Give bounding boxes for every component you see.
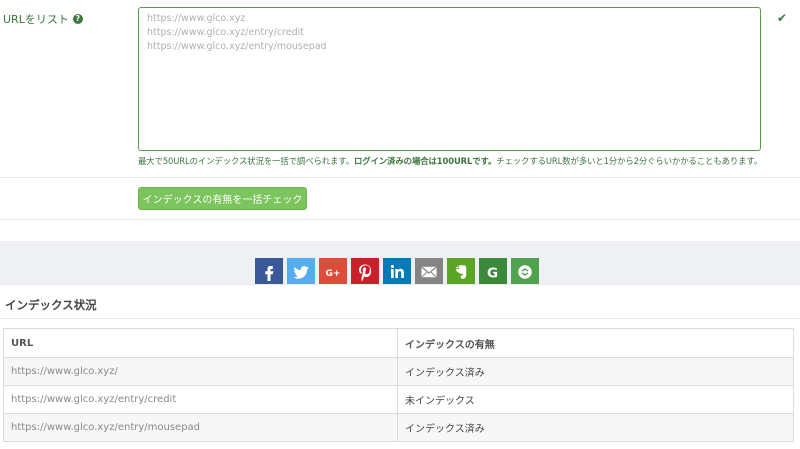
evernote-share-button[interactable] bbox=[447, 258, 475, 285]
twitter-icon bbox=[293, 265, 309, 279]
svg-text:G: G bbox=[487, 265, 498, 281]
divider bbox=[0, 318, 800, 319]
google-icon: G bbox=[487, 265, 498, 281]
sharethis-icon bbox=[518, 264, 532, 279]
linkedin-icon bbox=[390, 264, 404, 278]
divider bbox=[0, 219, 800, 220]
google-plus-share-button[interactable]: G+ bbox=[319, 258, 347, 285]
table-cell-url: https://www.glco.xyz/ bbox=[3, 357, 398, 386]
help-text-part-2: チェックするURL数が多いと1分から2分ぐらいかかることもあります。 bbox=[496, 156, 763, 166]
pinterest-icon bbox=[359, 264, 372, 281]
facebook-share-button[interactable] bbox=[255, 258, 283, 285]
table-cell-status: 未インデックス bbox=[397, 385, 794, 414]
google-share-button[interactable]: G bbox=[479, 258, 507, 285]
linkedin-share-button[interactable] bbox=[383, 258, 411, 285]
table-cell-url: https://www.glco.xyz/entry/credit bbox=[3, 385, 398, 414]
column-header-index-status: インデックスの有無 bbox=[397, 328, 794, 358]
table-row: https://www.glco.xyz/entry/credit 未インデック… bbox=[3, 385, 794, 414]
help-text: 最大で50URLのインデックス状況を一括で調べられます。ログイン済みの場合は10… bbox=[138, 155, 762, 167]
svg-text:G+: G+ bbox=[326, 268, 341, 278]
column-header-url: URL bbox=[3, 328, 398, 358]
index-status-title: インデックス状況 bbox=[5, 298, 97, 312]
evernote-icon bbox=[455, 264, 467, 279]
table-cell-status: インデックス済み bbox=[397, 357, 794, 386]
facebook-icon bbox=[265, 265, 274, 281]
pinterest-share-button[interactable] bbox=[351, 258, 379, 285]
envelope-icon bbox=[421, 266, 437, 277]
url-form-row: URLをリスト ? ✔ 最大で50URLのインデックス状況を一括で調べられます。… bbox=[0, 0, 800, 178]
table-cell-url: https://www.glco.xyz/entry/mousepad bbox=[3, 413, 398, 442]
help-text-part-1: 最大で50URLのインデックス状況を一括で調べられます。 bbox=[138, 156, 355, 166]
email-share-button[interactable] bbox=[415, 258, 443, 285]
divider bbox=[0, 284, 800, 285]
google-plus-icon: G+ bbox=[326, 268, 341, 278]
share-icons: G+ G bbox=[255, 258, 539, 285]
url-list-label-text: URLをリスト bbox=[3, 13, 69, 26]
table-header-row: URL インデックスの有無 bbox=[3, 328, 794, 358]
check-icon: ✔ bbox=[777, 11, 788, 25]
sharethis-share-button[interactable] bbox=[511, 258, 539, 285]
index-status-table: URL インデックスの有無 https://www.glco.xyz/ インデッ… bbox=[3, 328, 794, 442]
divider bbox=[0, 177, 800, 178]
question-circle-icon[interactable]: ? bbox=[72, 14, 83, 24]
bulk-index-check-button[interactable]: インデックスの有無を一括チェック bbox=[138, 187, 307, 210]
table-row: https://www.glco.xyz/ インデックス済み bbox=[3, 357, 794, 386]
table-cell-status: インデックス済み bbox=[397, 413, 794, 442]
url-list-textarea[interactable] bbox=[138, 7, 761, 151]
url-list-label: URLをリスト ? bbox=[3, 11, 83, 27]
help-text-bold: ログイン済みの場合は100URLです。 bbox=[354, 156, 497, 166]
table-row: https://www.glco.xyz/entry/mousepad インデッ… bbox=[3, 413, 794, 442]
twitter-share-button[interactable] bbox=[287, 258, 315, 285]
